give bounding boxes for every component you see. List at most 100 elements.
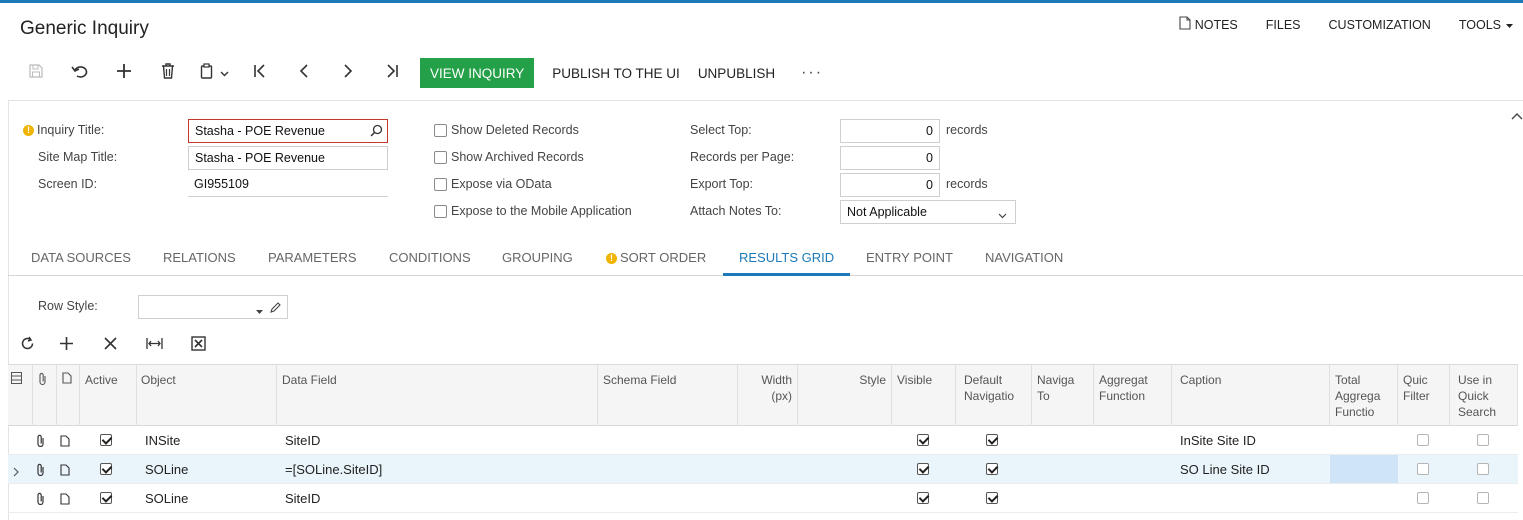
files-button[interactable]: FILES	[1266, 16, 1301, 33]
caption-cell[interactable]	[1176, 484, 1184, 513]
col-total-aggregate[interactable]: Total Aggrega Functio	[1330, 365, 1398, 426]
active-checkbox[interactable]	[100, 463, 112, 475]
unpublish-button[interactable]: UNPUBLISH	[698, 66, 775, 81]
grid-settings-icon[interactable]	[11, 372, 22, 387]
delete-button[interactable]	[146, 58, 190, 88]
table-row[interactable]: SOLine =[SOLine.SiteID] SO Line Site ID	[8, 455, 1518, 484]
show-deleted-checkbox[interactable]	[434, 124, 447, 137]
visible-checkbox[interactable]	[917, 463, 929, 475]
caption-cell[interactable]: InSite Site ID	[1176, 426, 1260, 455]
save-button[interactable]	[14, 58, 58, 88]
fit-columns-button[interactable]	[132, 334, 176, 358]
col-caption[interactable]: Caption	[1172, 365, 1330, 426]
col-default-navigation[interactable]: Default Navigatio	[956, 365, 1032, 426]
refresh-button[interactable]	[20, 334, 44, 358]
visible-checkbox[interactable]	[917, 434, 929, 446]
visible-checkbox[interactable]	[917, 492, 929, 504]
tools-menu-button[interactable]: TOOLS	[1459, 16, 1517, 33]
quick-search-checkbox[interactable]	[1477, 492, 1489, 504]
table-row[interactable]: SOLine SiteID	[8, 484, 1518, 513]
quick-search-checkbox[interactable]	[1477, 463, 1489, 475]
col-navigate-to[interactable]: Naviga To	[1032, 365, 1094, 426]
col-object[interactable]: Object	[137, 365, 277, 426]
warning-icon: !	[606, 253, 617, 264]
total-aggregate-cell[interactable]	[1330, 455, 1398, 483]
col-active[interactable]: Active	[80, 365, 137, 426]
site-map-title-input[interactable]: Stasha - POE Revenue	[188, 146, 388, 170]
collapse-chevron-icon[interactable]	[1511, 107, 1523, 125]
last-record-button[interactable]	[370, 58, 414, 88]
paperclip-icon[interactable]	[36, 434, 46, 452]
object-cell[interactable]: SOLine	[141, 484, 192, 513]
expose-odata-checkbox[interactable]	[434, 178, 447, 191]
tools-label: TOOLS	[1458, 17, 1501, 32]
select-top-input[interactable]: 0	[840, 119, 940, 143]
col-quick-filter[interactable]: Quic Filter	[1398, 365, 1450, 426]
note-icon[interactable]	[60, 463, 70, 481]
export-excel-button[interactable]	[176, 334, 220, 358]
quick-filter-checkbox[interactable]	[1417, 434, 1429, 446]
col-width[interactable]: Width (px)	[738, 365, 798, 426]
paperclip-icon[interactable]	[36, 463, 46, 481]
data-field-cell[interactable]: SiteID	[281, 426, 324, 455]
data-field-cell[interactable]: =[SOLine.SiteID]	[281, 455, 386, 484]
customization-button[interactable]: CUSTOMIZATION	[1329, 16, 1431, 33]
tab-conditions[interactable]: CONDITIONS	[389, 250, 471, 265]
col-visible[interactable]: Visible	[892, 365, 956, 426]
col-aggregate-function[interactable]: Aggregat Function	[1094, 365, 1172, 426]
attach-notes-select[interactable]: Not Applicable	[840, 200, 1016, 224]
tab-entry-point[interactable]: ENTRY POINT	[866, 250, 953, 265]
search-icon[interactable]	[370, 124, 383, 140]
tab-grouping[interactable]: GROUPING	[502, 250, 573, 265]
note-icon[interactable]	[60, 492, 70, 510]
inquiry-title-input[interactable]: Stasha - POE Revenue	[188, 119, 388, 143]
note-icon[interactable]	[60, 434, 70, 452]
export-top-input[interactable]: 0	[840, 173, 940, 197]
default-navigation-checkbox[interactable]	[986, 463, 998, 475]
close-icon	[103, 337, 117, 355]
tab-parameters[interactable]: PARAMETERS	[268, 250, 357, 265]
add-row-button[interactable]	[44, 334, 88, 358]
active-checkbox[interactable]	[100, 434, 112, 446]
object-cell[interactable]: INSite	[141, 426, 184, 455]
object-cell[interactable]: SOLine	[141, 455, 192, 484]
first-record-button[interactable]	[238, 58, 282, 88]
tab-data-sources[interactable]: DATA SOURCES	[31, 250, 131, 265]
quick-filter-checkbox[interactable]	[1417, 492, 1429, 504]
caption-cell[interactable]: SO Line Site ID	[1176, 455, 1274, 484]
add-button[interactable]	[102, 58, 146, 88]
quick-filter-checkbox[interactable]	[1417, 463, 1429, 475]
more-actions-button[interactable]: ···	[801, 64, 823, 82]
col-data-field[interactable]: Data Field	[277, 365, 598, 426]
publish-button[interactable]: PUBLISH TO THE UI	[552, 66, 680, 81]
data-field-cell[interactable]: SiteID	[281, 484, 324, 513]
edit-pencil-icon[interactable]	[270, 301, 282, 316]
table-row[interactable]: INSite SiteID InSite Site ID	[8, 426, 1518, 455]
records-per-page-input[interactable]: 0	[840, 146, 940, 170]
prev-record-button[interactable]	[282, 58, 326, 88]
col-style[interactable]: Style	[798, 365, 892, 426]
active-checkbox[interactable]	[100, 492, 112, 504]
row-selector-header	[8, 365, 33, 426]
expose-mobile-checkbox[interactable]	[434, 205, 447, 218]
tab-results-grid[interactable]: RESULTS GRID	[739, 250, 834, 265]
chevron-right-icon	[343, 63, 353, 83]
top-menu: NOTES FILES CUSTOMIZATION TOOLS	[1151, 16, 1517, 33]
paperclip-icon[interactable]	[36, 492, 46, 510]
default-navigation-checkbox[interactable]	[986, 434, 998, 446]
tab-navigation[interactable]: NAVIGATION	[985, 250, 1063, 265]
next-record-button[interactable]	[326, 58, 370, 88]
notes-button[interactable]: NOTES	[1179, 16, 1238, 33]
row-style-select[interactable]	[138, 295, 288, 319]
undo-button[interactable]	[58, 58, 102, 88]
col-quick-search[interactable]: Use in Quick Search	[1450, 365, 1518, 426]
tab-relations[interactable]: RELATIONS	[163, 250, 236, 265]
show-archived-checkbox[interactable]	[434, 151, 447, 164]
view-inquiry-button[interactable]: VIEW INQUIRY	[420, 58, 535, 88]
quick-search-checkbox[interactable]	[1477, 434, 1489, 446]
tab-sort-order[interactable]: ! SORT ORDER	[606, 250, 706, 265]
default-navigation-checkbox[interactable]	[986, 492, 998, 504]
delete-row-button[interactable]	[88, 334, 132, 358]
copy-paste-button[interactable]	[190, 58, 238, 88]
col-schema-field[interactable]: Schema Field	[598, 365, 738, 426]
